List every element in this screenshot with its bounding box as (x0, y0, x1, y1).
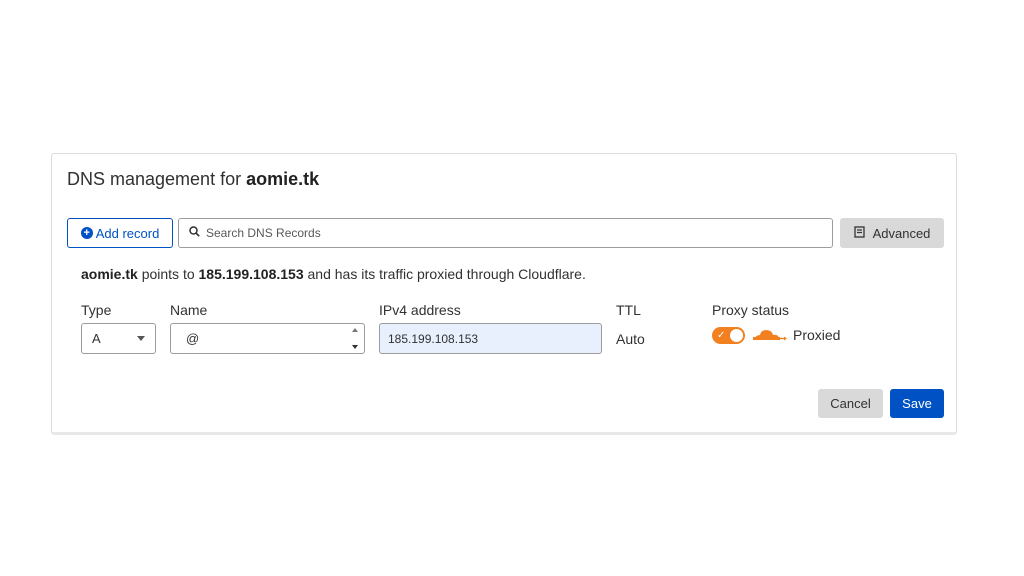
advanced-button[interactable]: Advanced (840, 218, 944, 248)
proxy-status-value: Proxied (793, 327, 841, 343)
add-record-label: Add record (95, 225, 160, 241)
search-icon (189, 224, 200, 242)
name-spinner[interactable] (350, 328, 360, 349)
spin-down-icon[interactable] (352, 345, 358, 349)
summary-ip: 185.199.108.153 (198, 266, 304, 282)
name-label: Name (170, 302, 208, 318)
summary-text-2: and has its traffic proxied through Clou… (303, 266, 586, 282)
plus-circle-icon: + (80, 227, 93, 239)
type-value: A (92, 331, 101, 346)
summary-domain: aomie.tk (81, 266, 138, 282)
cloud-icon (753, 330, 787, 341)
type-label: Type (81, 302, 112, 318)
ipv4-value: 185.199.108.153 (388, 331, 479, 346)
search-input[interactable] (206, 226, 832, 240)
toggle-knob (730, 329, 743, 342)
page-title: DNS management for aomie.tk (67, 169, 319, 190)
dns-summary: aomie.tk points to 185.199.108.153 and h… (81, 266, 586, 282)
ipv4-label: IPv4 address (379, 302, 461, 318)
title-prefix: DNS management for (67, 169, 247, 189)
check-icon: ✓ (717, 330, 726, 341)
title-domain: aomie.tk (246, 169, 320, 189)
dns-management-panel: DNS management for aomie.tk + Add record… (51, 153, 957, 435)
cancel-button[interactable]: Cancel (818, 389, 883, 418)
type-select[interactable]: A (81, 323, 156, 354)
proxy-status-label: Proxy status (712, 302, 790, 318)
name-value: @ (186, 331, 200, 346)
ttl-label: TTL (616, 302, 641, 318)
name-field[interactable]: @ (170, 323, 365, 354)
search-dns-records[interactable] (178, 218, 833, 248)
ipv4-address-field[interactable]: 185.199.108.153 (379, 323, 602, 354)
advanced-label: Advanced (872, 225, 931, 241)
book-icon (853, 225, 865, 241)
chevron-down-icon (137, 336, 145, 341)
proxy-toggle[interactable]: ✓ (712, 327, 745, 344)
spin-up-icon[interactable] (352, 328, 358, 332)
save-button[interactable]: Save (890, 389, 944, 418)
summary-text-1: points to (137, 266, 199, 282)
ttl-value: Auto (616, 331, 645, 347)
add-record-button[interactable]: + Add record (67, 218, 173, 248)
